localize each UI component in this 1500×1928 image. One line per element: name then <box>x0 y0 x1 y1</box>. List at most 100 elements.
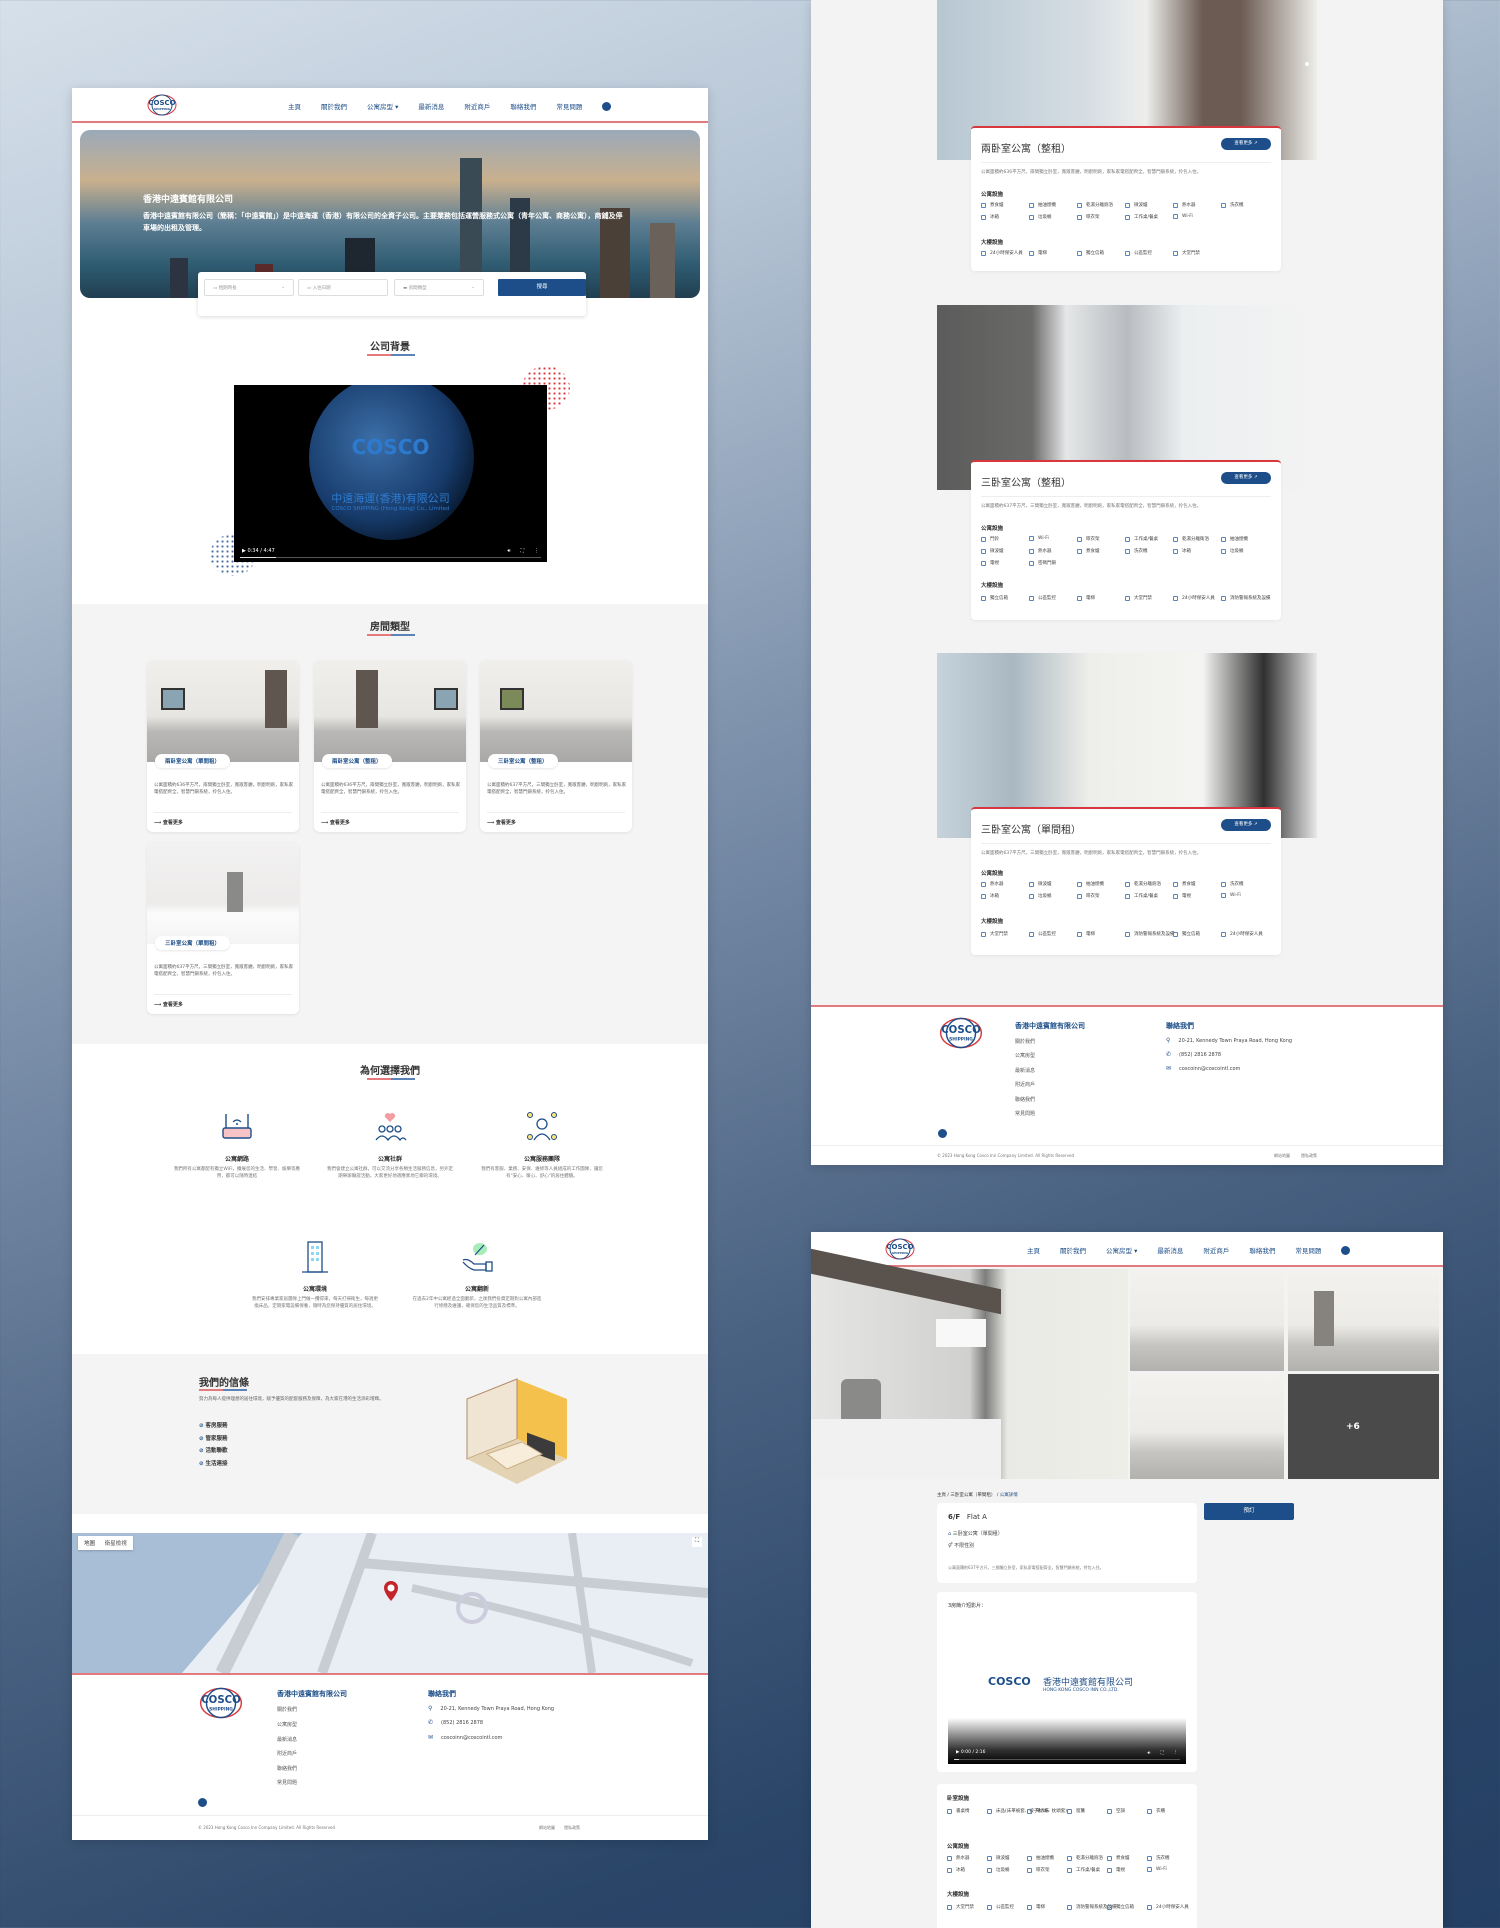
view-more-button[interactable]: 查看更多 ↗ <box>1221 472 1271 484</box>
nav-item-faq[interactable]: 常見問題 <box>1295 1245 1321 1255</box>
room-type-select[interactable]: ▬ 房間類型 ⌄ <box>394 279 484 296</box>
video-progress-bar[interactable] <box>954 1758 1180 1760</box>
location-map[interactable]: 地圖 衛星檢視 ⛶ <box>72 1533 708 1673</box>
satellite-tab[interactable]: 衛星檢視 <box>105 1541 127 1547</box>
view-more-link[interactable]: ⟶ 查看更多 <box>154 994 292 1008</box>
volume-icon[interactable]: 🔊︎ <box>1148 1750 1151 1756</box>
user-circle-icon[interactable] <box>1341 1245 1351 1255</box>
facility-icon <box>1029 548 1034 554</box>
lease-duration-select[interactable]: ▭ 租期時長 ⌄ <box>204 279 294 296</box>
fullscreen-icon[interactable]: ⛶ <box>1160 1750 1163 1756</box>
nav-item-nearby[interactable]: 附近商戶 <box>464 101 490 111</box>
view-more-link[interactable]: ⟶ 查看更多 <box>154 812 292 826</box>
privacy-link[interactable]: 隱私政策 <box>564 1825 580 1831</box>
nav-item-home[interactable]: 主頁 <box>1027 1245 1040 1255</box>
facility-icon <box>1147 1867 1152 1872</box>
footer-email[interactable]: ✉ coscoinn@coscointl.com <box>428 1734 502 1741</box>
gallery-photo[interactable] <box>1130 1374 1284 1479</box>
room-card-title[interactable]: 三卧室公寓（單間租） <box>155 936 231 950</box>
intro-video-player[interactable]: COSCO 香港中遠賓館有限公司 HONG KONG COSCO INN CO.… <box>948 1620 1186 1764</box>
fullscreen-icon[interactable]: ⛶ <box>520 548 524 554</box>
sitemap-link[interactable]: 網站地圖 <box>539 1825 555 1831</box>
view-more-button[interactable]: 查看更多 ↗ <box>1221 819 1271 831</box>
svg-text:SHIPPING: SHIPPING <box>154 107 171 111</box>
nav-item-home[interactable]: 主頁 <box>288 101 301 111</box>
nav-item-contact[interactable]: 聯絡我們 <box>510 101 536 111</box>
footer-link[interactable]: 附近商戶 <box>1015 1081 1035 1088</box>
facility-icon <box>1125 536 1130 542</box>
breadcrumb-room-type[interactable]: 三卧室公寓（單間租） <box>950 1493 995 1498</box>
footer-link[interactable]: 常見問題 <box>277 1779 297 1786</box>
more-icon[interactable]: ⋮ <box>1174 1750 1179 1755</box>
room-card[interactable]: 三卧室公寓（整租） 公寓面積約637平方尺，三間獨立卧室，寬敞客廳，明廚明廁，家… <box>480 660 632 832</box>
room-card[interactable]: 兩卧室公寓（單間租） 公寓面積約636平方尺，兩間獨立卧室，寬敞客廳，明廚明廁，… <box>147 660 299 832</box>
footer-link[interactable]: 最新消息 <box>1015 1067 1035 1074</box>
footer-link[interactable]: 常見問題 <box>1015 1110 1035 1117</box>
footer-link[interactable]: 聯絡我們 <box>1015 1096 1035 1103</box>
footer-email[interactable]: ✉ coscoinn@coscointl.com <box>1166 1065 1240 1072</box>
video-progress-bar[interactable] <box>240 556 541 558</box>
facility-icon <box>981 536 986 542</box>
map-tab[interactable]: 地圖 <box>84 1541 95 1547</box>
nav-item-room-types[interactable]: 公寓房型 ▾ <box>1106 1245 1137 1255</box>
footer-link[interactable]: 公寓房型 <box>1015 1052 1035 1059</box>
wechat-icon[interactable] <box>938 1129 947 1138</box>
nav-item-about[interactable]: 關於我們 <box>321 101 347 111</box>
room-card[interactable]: 三卧室公寓（單間租） 公寓面積約637平方尺，三間獨立卧室，寬敞客廳，明廚明廁，… <box>147 842 299 1014</box>
nav-item-news[interactable]: 最新消息 <box>1157 1245 1183 1255</box>
footer-link[interactable]: 最新消息 <box>277 1736 297 1743</box>
view-more-link[interactable]: ⟶ 查看更多 <box>321 812 459 826</box>
carousel-dot[interactable] <box>1305 62 1309 66</box>
facility-item: 晾衣架 <box>1077 214 1100 220</box>
nav-item-contact[interactable]: 聯絡我們 <box>1249 1245 1275 1255</box>
footer-link[interactable]: 關於我們 <box>1015 1038 1035 1045</box>
map-pin-icon[interactable] <box>384 1581 398 1601</box>
room-card-title[interactable]: 兩卧室公寓（整租） <box>322 754 392 768</box>
room-types-title: 房間類型 <box>370 622 410 633</box>
footer-phone[interactable]: ✆ (852) 2816 2878 <box>428 1719 483 1726</box>
cosco-logo[interactable]: COSCO SHIPPING <box>883 1238 917 1260</box>
gallery-photo[interactable] <box>1130 1269 1284 1371</box>
volume-icon[interactable]: 🔊︎ <box>507 548 510 554</box>
search-button[interactable]: 搜尋 <box>498 279 586 296</box>
gallery-photo[interactable] <box>1288 1269 1439 1371</box>
cosco-logo[interactable]: COSCO SHIPPING <box>196 1687 246 1719</box>
nav-item-news[interactable]: 最新消息 <box>418 101 444 111</box>
nav-item-faq[interactable]: 常見問題 <box>556 101 582 111</box>
wechat-icon[interactable] <box>198 1798 207 1807</box>
nav-item-nearby[interactable]: 附近商戶 <box>1203 1245 1229 1255</box>
nav-item-about[interactable]: 關於我們 <box>1060 1245 1086 1255</box>
footer-link[interactable]: 附近商戶 <box>277 1750 297 1757</box>
footer-link[interactable]: 聯絡我們 <box>277 1765 297 1772</box>
book-button[interactable]: 預訂 <box>1204 1503 1294 1520</box>
company-video-player[interactable]: COSCO 中遠海運(香港)有限公司 COSCO SHIPPING (Hong … <box>234 385 547 562</box>
checkin-date-field[interactable]: ▭ 入住日期 <box>298 279 388 296</box>
user-circle-icon[interactable] <box>602 101 612 111</box>
facility-icon <box>1067 1808 1072 1814</box>
privacy-link[interactable]: 隱私政策 <box>1301 1153 1317 1159</box>
facility-item: 乾濕分離廁浴 <box>1067 1855 1103 1861</box>
footer-phone[interactable]: ✆ (852) 2816 2878 <box>1166 1051 1221 1058</box>
gallery-more-photos[interactable]: +6 <box>1288 1374 1439 1479</box>
facility-icon <box>1077 893 1082 899</box>
more-icon[interactable]: ⋮ <box>534 548 539 554</box>
sitemap-link[interactable]: 網站地圖 <box>1274 1153 1290 1159</box>
nav-item-room-types[interactable]: 公寓房型 ▾ <box>367 101 398 111</box>
breadcrumb-home[interactable]: 主頁 <box>937 1493 946 1498</box>
breadcrumb: 主頁 / 三卧室公寓（單間租） / 公寓詳情 <box>937 1493 1018 1498</box>
facility-icon <box>1125 548 1130 554</box>
gallery-main-photo[interactable] <box>811 1248 1128 1479</box>
view-more-button[interactable]: 查看更多 ↗ <box>1221 138 1271 150</box>
gender-policy: 不限性別 <box>954 1543 975 1549</box>
footer-link[interactable]: 公寓房型 <box>277 1721 297 1728</box>
room-card[interactable]: 兩卧室公寓（整租） 公寓面積約636平方尺，兩間獨立卧室，寬敞客廳，明廚明廁，家… <box>314 660 466 832</box>
cosco-logo[interactable]: COSCO SHIPPING <box>145 94 179 116</box>
view-more-link[interactable]: ⟶ 查看更多 <box>487 812 625 826</box>
room-card-title[interactable]: 三卧室公寓（整租） <box>488 754 558 768</box>
listing-desc: 公寓面積約637平方尺，三間獨立卧室，寬敞客廳，明廚明廁，家私家電搭配齊全，智慧… <box>981 851 1202 856</box>
footer-link[interactable]: 關於我們 <box>277 1706 297 1713</box>
room-card-title[interactable]: 兩卧室公寓（單間租） <box>155 754 231 768</box>
fullscreen-icon[interactable]: ⛶ <box>692 1537 702 1547</box>
room-photo <box>147 660 299 762</box>
cosco-logo[interactable]: COSCO SHIPPING <box>936 1017 986 1049</box>
